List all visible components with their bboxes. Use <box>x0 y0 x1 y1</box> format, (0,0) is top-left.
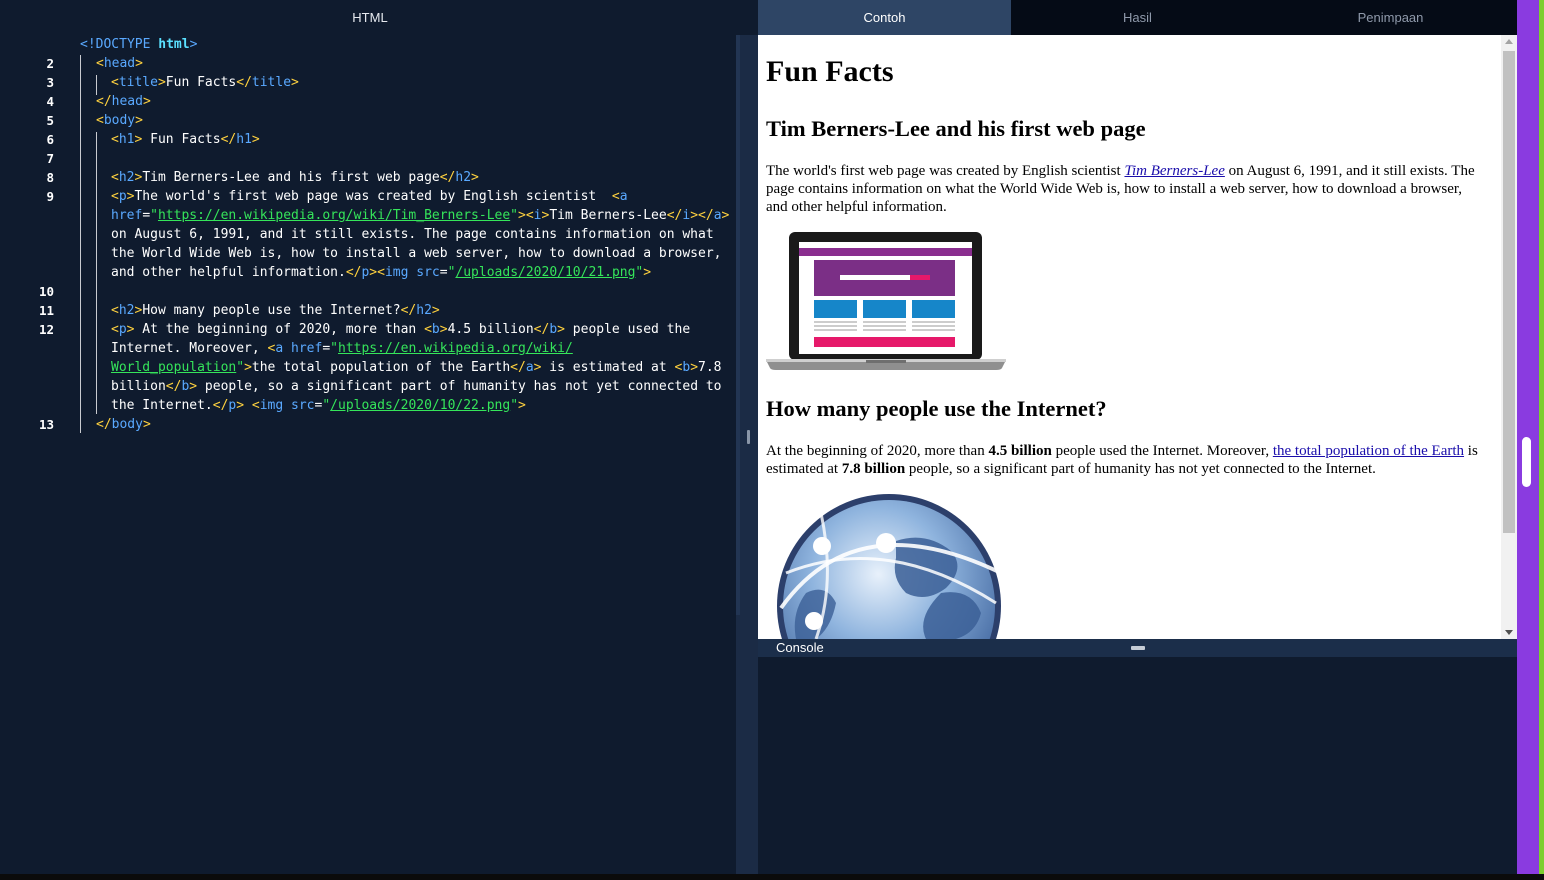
indent-guide <box>96 132 97 414</box>
paragraph-text: people used the Internet. Moreover, <box>1051 443 1273 459</box>
line-number: 7 <box>46 151 54 166</box>
tab-hasil[interactable]: Hasil <box>1011 0 1264 35</box>
console-output <box>758 657 1517 874</box>
scroll-up-arrow-icon[interactable] <box>1505 39 1513 44</box>
scrollbar-thumb[interactable] <box>1503 51 1515 533</box>
line-number: 12 <box>38 322 54 337</box>
link-text: Tim Berners-Lee <box>1124 163 1225 179</box>
line-number: 11 <box>38 303 54 318</box>
preview-paragraph-2: At the beginning of 2020, more than 4.5 … <box>766 442 1481 478</box>
splitter-grip-icon[interactable] <box>747 430 750 444</box>
scroll-down-arrow-icon[interactable] <box>1505 630 1513 635</box>
tab-penimpaan[interactable]: Penimpaan <box>1264 0 1517 35</box>
minimize-icon[interactable] <box>1131 646 1145 650</box>
line-number: 13 <box>38 417 54 432</box>
line-number: 3 <box>46 75 54 90</box>
paragraph-text: people, so a significant part of humanit… <box>905 461 1376 477</box>
laptop-image <box>766 232 1006 370</box>
editor-scrollbar[interactable] <box>736 35 740 615</box>
preview-tabs: Contoh Hasil Penimpaan <box>758 0 1517 35</box>
preview-heading-internet-usage: How many people use the Internet? <box>766 396 1107 421</box>
bold-text: 7.8 billion <box>841 461 906 477</box>
world-population-link[interactable]: the total population of the Earth <box>1273 443 1464 459</box>
line-number: 10 <box>38 284 54 299</box>
line-number: 5 <box>46 113 54 128</box>
tab-contoh[interactable]: Contoh <box>758 0 1011 35</box>
bottom-border <box>0 874 1544 880</box>
editor-title: HTML <box>352 10 388 25</box>
code-area[interactable]: <!DOCTYPE html> 2 <head> 3 <title>Fun Fa… <box>0 35 740 874</box>
globe-image <box>777 494 1002 639</box>
preview-paragraph-1: The world's first web page was created b… <box>766 162 1481 216</box>
preview-heading-fun-facts: Fun Facts <box>766 55 894 88</box>
console-label: Console <box>776 640 824 655</box>
line-number: 9 <box>46 189 54 204</box>
side-accent-strip <box>1539 0 1544 874</box>
preview-heading-tim-berners-lee: Tim Berners-Lee and his first web page <box>766 116 1146 141</box>
preview-frame[interactable]: Fun Facts Tim Berners-Lee and his first … <box>758 35 1517 639</box>
bold-text: 4.5 billion <box>988 443 1052 459</box>
paragraph-text: The world's first web page was created b… <box>766 163 1125 179</box>
page-scrollbar-thumb[interactable] <box>1522 437 1531 487</box>
line-number: 2 <box>46 56 54 71</box>
tim-berners-lee-link[interactable]: Tim Berners-Lee <box>1124 163 1224 179</box>
line-number: 4 <box>46 94 54 109</box>
indent-guide <box>96 75 97 95</box>
console-header[interactable]: Console <box>758 639 1517 657</box>
code-editor-pane[interactable]: HTML <!DOCTYPE html> 2 <head> 3 <title>F… <box>0 0 740 874</box>
line-number: 8 <box>46 170 54 185</box>
paragraph-text: At the beginning of 2020, more than <box>766 443 989 459</box>
preview-scrollbar[interactable] <box>1501 35 1517 639</box>
line-number: 6 <box>46 132 54 147</box>
indent-guide <box>80 55 81 433</box>
